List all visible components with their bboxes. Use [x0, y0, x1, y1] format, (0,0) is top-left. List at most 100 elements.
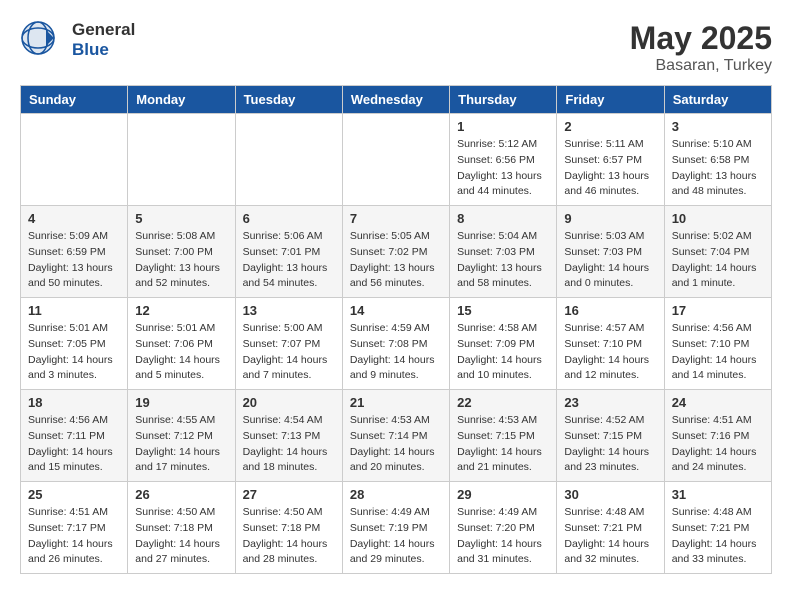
day-info: Sunrise: 4:49 AMSunset: 7:19 PMDaylight:…	[350, 505, 442, 568]
calendar-cell: 2 Sunrise: 5:11 AMSunset: 6:57 PMDaylight…	[557, 114, 664, 206]
calendar-cell: 6 Sunrise: 5:06 AMSunset: 7:01 PMDaylight…	[235, 206, 342, 298]
calendar-cell: 30 Sunrise: 4:48 AMSunset: 7:21 PMDayligh…	[557, 482, 664, 574]
weekday-header-row: SundayMondayTuesdayWednesdayThursdayFrid…	[21, 86, 772, 114]
calendar-cell: 3Sunrise: 5:10 AMSunset: 6:58 PMDaylight…	[664, 114, 771, 206]
day-info: Sunrise: 4:48 AMSunset: 7:21 PMDaylight:…	[672, 505, 764, 568]
calendar-cell: 1 Sunrise: 5:12 AMSunset: 6:56 PMDaylight…	[450, 114, 557, 206]
calendar-cell: 12Sunrise: 5:01 AMSunset: 7:06 PMDayligh…	[128, 298, 235, 390]
weekday-header: Wednesday	[342, 86, 449, 114]
weekday-header: Monday	[128, 86, 235, 114]
calendar-cell	[235, 114, 342, 206]
day-info: Sunrise: 5:08 AMSunset: 7:00 PMDaylight:…	[135, 229, 227, 292]
calendar-body: 1 Sunrise: 5:12 AMSunset: 6:56 PMDaylight…	[21, 114, 772, 574]
calendar-cell: 19 Sunrise: 4:55 AMSunset: 7:12 PMDayligh…	[128, 390, 235, 482]
day-number: 28	[350, 487, 442, 502]
calendar-cell: 16 Sunrise: 4:57 AMSunset: 7:10 PMDayligh…	[557, 298, 664, 390]
calendar-cell: 31Sunrise: 4:48 AMSunset: 7:21 PMDayligh…	[664, 482, 771, 574]
day-number: 4	[28, 211, 120, 226]
day-number: 13	[243, 303, 335, 318]
calendar-cell: 13 Sunrise: 5:00 AMSunset: 7:07 PMDayligh…	[235, 298, 342, 390]
calendar-cell: 28 Sunrise: 4:49 AMSunset: 7:19 PMDayligh…	[342, 482, 449, 574]
day-number: 2	[564, 119, 656, 134]
logo: General Blue	[20, 20, 135, 60]
day-number: 7	[350, 211, 442, 226]
calendar-header: SundayMondayTuesdayWednesdayThursdayFrid…	[21, 86, 772, 114]
calendar-cell: 23 Sunrise: 4:52 AMSunset: 7:15 PMDayligh…	[557, 390, 664, 482]
day-info: Sunrise: 4:54 AMSunset: 7:13 PMDaylight:…	[243, 413, 335, 476]
weekday-header: Tuesday	[235, 86, 342, 114]
day-info: Sunrise: 5:11 AMSunset: 6:57 PMDaylight:…	[564, 137, 656, 200]
day-info: Sunrise: 5:00 AMSunset: 7:07 PMDaylight:…	[243, 321, 335, 384]
calendar-cell	[342, 114, 449, 206]
day-number: 27	[243, 487, 335, 502]
day-info: Sunrise: 5:05 AMSunset: 7:02 PMDaylight:…	[350, 229, 442, 292]
calendar-cell: 14 Sunrise: 4:59 AMSunset: 7:08 PMDayligh…	[342, 298, 449, 390]
calendar-cell: 10 Sunrise: 5:02 AMSunset: 7:04 PMDayligh…	[664, 206, 771, 298]
calendar-cell	[21, 114, 128, 206]
calendar-cell: 26 Sunrise: 4:50 AMSunset: 7:18 PMDayligh…	[128, 482, 235, 574]
day-number: 29	[457, 487, 549, 502]
calendar-cell: 5 Sunrise: 5:08 AMSunset: 7:00 PMDaylight…	[128, 206, 235, 298]
day-info: Sunrise: 4:52 AMSunset: 7:15 PMDaylight:…	[564, 413, 656, 476]
day-number: 21	[350, 395, 442, 410]
calendar-week-row: 1 Sunrise: 5:12 AMSunset: 6:56 PMDaylight…	[21, 114, 772, 206]
calendar-cell: 11Sunrise: 5:01 AMSunset: 7:05 PMDayligh…	[21, 298, 128, 390]
day-info: Sunrise: 4:51 AMSunset: 7:17 PMDaylight:…	[28, 505, 120, 568]
day-number: 16	[564, 303, 656, 318]
calendar-cell: 27 Sunrise: 4:50 AMSunset: 7:18 PMDayligh…	[235, 482, 342, 574]
day-number: 30	[564, 487, 656, 502]
calendar-cell: 18 Sunrise: 4:56 AMSunset: 7:11 PMDayligh…	[21, 390, 128, 482]
day-info: Sunrise: 4:57 AMSunset: 7:10 PMDaylight:…	[564, 321, 656, 384]
day-number: 22	[457, 395, 549, 410]
day-info: Sunrise: 5:06 AMSunset: 7:01 PMDaylight:…	[243, 229, 335, 292]
day-number: 9	[564, 211, 656, 226]
day-info: Sunrise: 4:58 AMSunset: 7:09 PMDaylight:…	[457, 321, 549, 384]
day-number: 19	[135, 395, 227, 410]
day-info: Sunrise: 5:10 AMSunset: 6:58 PMDaylight:…	[672, 137, 764, 200]
day-number: 8	[457, 211, 549, 226]
day-info: Sunrise: 4:50 AMSunset: 7:18 PMDaylight:…	[243, 505, 335, 568]
logo-icon	[20, 20, 56, 56]
day-number: 10	[672, 211, 764, 226]
calendar-cell: 22Sunrise: 4:53 AMSunset: 7:15 PMDayligh…	[450, 390, 557, 482]
day-number: 24	[672, 395, 764, 410]
calendar-title: May 2025	[630, 20, 772, 57]
day-number: 15	[457, 303, 549, 318]
calendar-week-row: 4 Sunrise: 5:09 AMSunset: 6:59 PMDaylight…	[21, 206, 772, 298]
title-block: May 2025 Basaran, Turkey	[630, 20, 772, 75]
day-info: Sunrise: 5:12 AMSunset: 6:56 PMDaylight:…	[457, 137, 549, 200]
calendar-cell: 9Sunrise: 5:03 AMSunset: 7:03 PMDaylight…	[557, 206, 664, 298]
day-number: 14	[350, 303, 442, 318]
day-info: Sunrise: 4:56 AMSunset: 7:11 PMDaylight:…	[28, 413, 120, 476]
day-number: 18	[28, 395, 120, 410]
weekday-header: Thursday	[450, 86, 557, 114]
day-number: 5	[135, 211, 227, 226]
calendar-cell	[128, 114, 235, 206]
weekday-header: Friday	[557, 86, 664, 114]
day-info: Sunrise: 5:02 AMSunset: 7:04 PMDaylight:…	[672, 229, 764, 292]
day-info: Sunrise: 4:48 AMSunset: 7:21 PMDaylight:…	[564, 505, 656, 568]
logo-blue: Blue	[72, 40, 109, 59]
calendar-cell: 24Sunrise: 4:51 AMSunset: 7:16 PMDayligh…	[664, 390, 771, 482]
day-info: Sunrise: 5:04 AMSunset: 7:03 PMDaylight:…	[457, 229, 549, 292]
day-number: 26	[135, 487, 227, 502]
calendar-subtitle: Basaran, Turkey	[630, 57, 772, 75]
day-info: Sunrise: 5:09 AMSunset: 6:59 PMDaylight:…	[28, 229, 120, 292]
calendar-week-row: 11Sunrise: 5:01 AMSunset: 7:05 PMDayligh…	[21, 298, 772, 390]
day-number: 25	[28, 487, 120, 502]
day-number: 12	[135, 303, 227, 318]
day-number: 23	[564, 395, 656, 410]
calendar-week-row: 25 Sunrise: 4:51 AMSunset: 7:17 PMDayligh…	[21, 482, 772, 574]
calendar-cell: 8 Sunrise: 5:04 AMSunset: 7:03 PMDaylight…	[450, 206, 557, 298]
calendar-week-row: 18 Sunrise: 4:56 AMSunset: 7:11 PMDayligh…	[21, 390, 772, 482]
day-info: Sunrise: 4:59 AMSunset: 7:08 PMDaylight:…	[350, 321, 442, 384]
day-info: Sunrise: 4:55 AMSunset: 7:12 PMDaylight:…	[135, 413, 227, 476]
day-info: Sunrise: 4:56 AMSunset: 7:10 PMDaylight:…	[672, 321, 764, 384]
calendar-cell: 4 Sunrise: 5:09 AMSunset: 6:59 PMDaylight…	[21, 206, 128, 298]
calendar-cell: 15 Sunrise: 4:58 AMSunset: 7:09 PMDayligh…	[450, 298, 557, 390]
day-info: Sunrise: 5:01 AMSunset: 7:05 PMDaylight:…	[28, 321, 120, 384]
day-number: 6	[243, 211, 335, 226]
calendar-table: SundayMondayTuesdayWednesdayThursdayFrid…	[20, 85, 772, 574]
day-number: 1	[457, 119, 549, 134]
day-info: Sunrise: 4:50 AMSunset: 7:18 PMDaylight:…	[135, 505, 227, 568]
